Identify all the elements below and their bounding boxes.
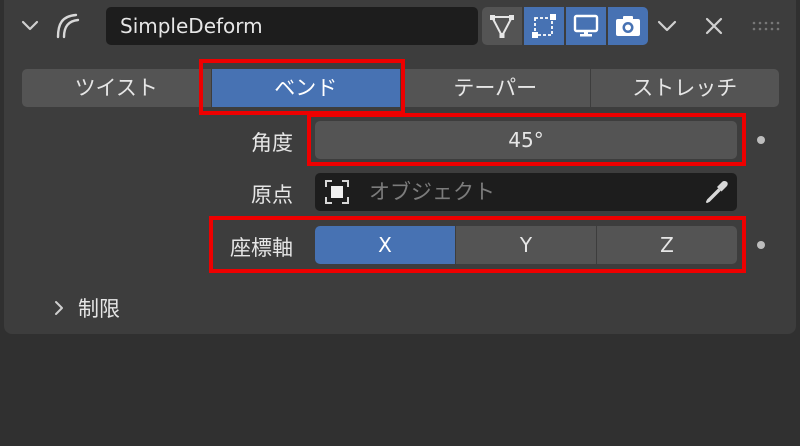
axis-label: 座標軸	[230, 236, 293, 260]
eyedropper-icon[interactable]	[703, 179, 729, 205]
simple-deform-icon	[56, 13, 80, 39]
camera-icon	[616, 16, 640, 36]
restrictions-label: 制限	[78, 297, 120, 321]
object-icon	[325, 180, 349, 204]
mode-tab-twist[interactable]: ツイスト	[22, 69, 212, 107]
deform-mode-tabs: ツイスト ベンド テーパー ストレッチ	[22, 69, 779, 107]
mode-tab-bend[interactable]: ベンド	[211, 69, 401, 107]
modifier-header: SimpleDeform	[0, 0, 800, 52]
chevron-right-icon	[55, 301, 63, 315]
origin-label: 原点	[251, 183, 293, 207]
axis-z-button[interactable]: Z	[597, 226, 737, 264]
axis-x-button[interactable]: X	[315, 226, 456, 264]
origin-object-field[interactable]: オブジェクト	[315, 173, 737, 211]
edit-mode-icon	[490, 15, 514, 39]
mode-tab-taper[interactable]: テーパー	[401, 69, 591, 107]
on-cage-toggle[interactable]	[524, 7, 564, 45]
deform-axis-buttons: X Y Z	[315, 226, 737, 264]
angle-keyframe-dot[interactable]	[757, 136, 765, 144]
angle-field[interactable]: 45°	[315, 121, 737, 159]
drag-handle-icon[interactable]	[752, 20, 780, 32]
mode-tab-stretch[interactable]: ストレッチ	[590, 69, 779, 107]
monitor-icon	[573, 14, 599, 37]
origin-placeholder: オブジェクト	[369, 180, 495, 204]
restrictions-subpanel[interactable]: 制限	[50, 293, 120, 323]
close-icon[interactable]	[700, 12, 728, 40]
render-toggle[interactable]	[608, 7, 648, 45]
chevron-down-icon[interactable]	[654, 14, 680, 38]
angle-label: 角度	[251, 131, 293, 155]
modifier-name-input[interactable]: SimpleDeform	[106, 7, 478, 45]
axis-y-button[interactable]: Y	[456, 226, 597, 264]
viewport-display-toggle[interactable]	[566, 7, 606, 45]
edit-mode-toggle[interactable]	[482, 7, 522, 45]
collapse-chevron-icon[interactable]	[18, 14, 42, 38]
on-cage-icon	[532, 14, 556, 38]
axis-keyframe-dot[interactable]	[757, 241, 765, 249]
